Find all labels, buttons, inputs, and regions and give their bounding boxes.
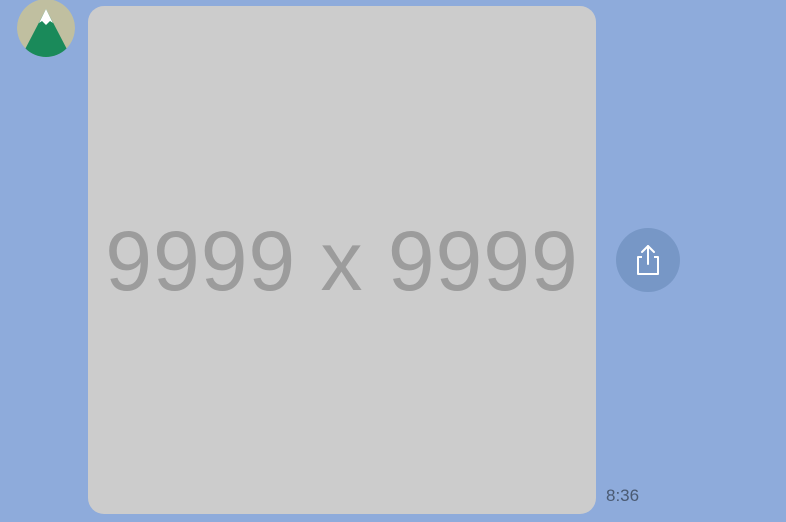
mountain-avatar-icon — [17, 0, 75, 57]
chat-message-row: 9999 x 9999 8:36 — [0, 0, 786, 522]
share-button[interactable] — [616, 228, 680, 292]
image-placeholder-label: 9999 x 9999 — [105, 214, 579, 308]
message-timestamp: 8:36 — [606, 486, 640, 505]
share-icon — [637, 245, 659, 275]
image-message[interactable]: 9999 x 9999 — [88, 6, 596, 514]
sender-avatar[interactable] — [17, 0, 75, 57]
